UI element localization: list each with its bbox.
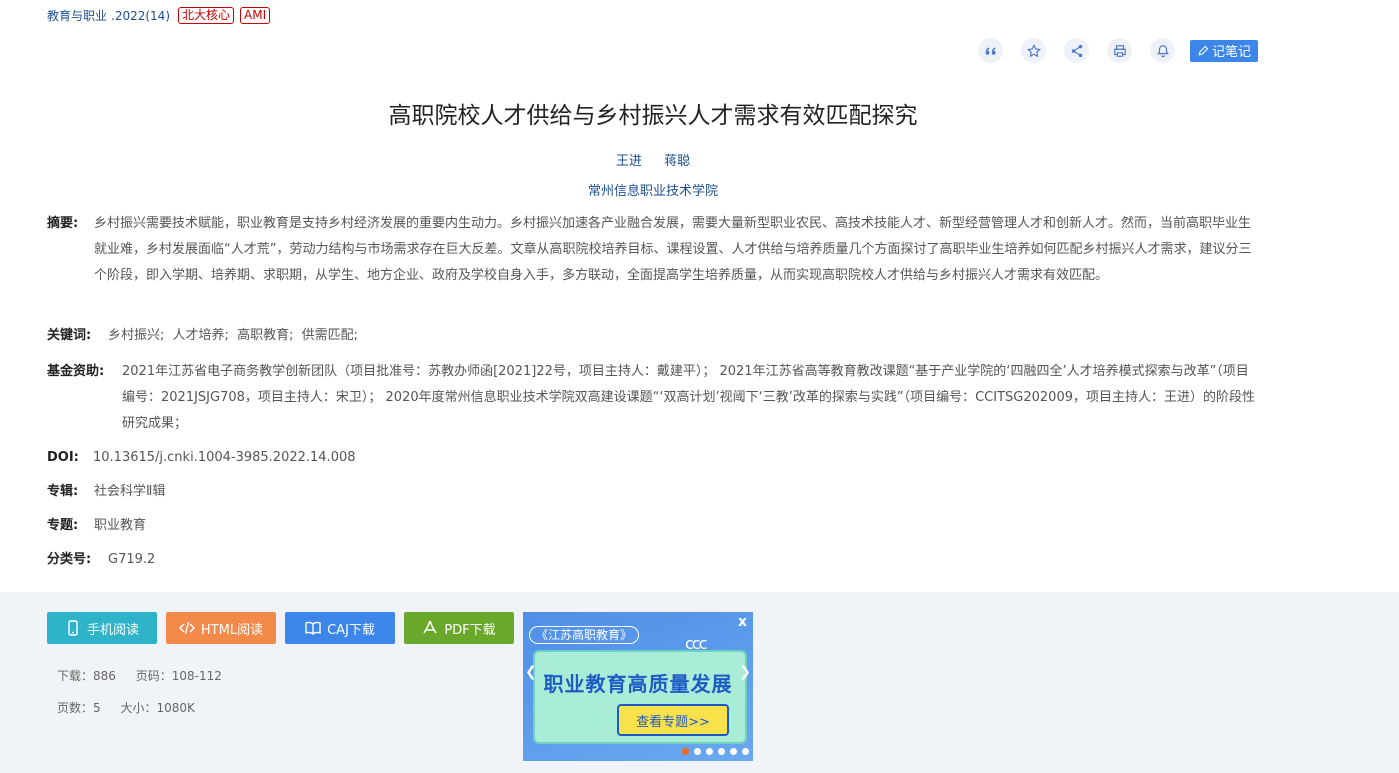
banner-headline: 职业教育高质量发展 xyxy=(543,672,733,696)
journal-issue[interactable]: .2022(14) xyxy=(111,9,170,23)
journal-name[interactable]: 教育与职业 xyxy=(47,7,107,24)
keywords-label: 关键词: xyxy=(47,328,92,343)
favorite-button[interactable] xyxy=(1021,38,1046,63)
author-list: 王进 蒋聪 xyxy=(0,150,1306,169)
banner-dot[interactable] xyxy=(718,748,725,755)
banner-dot[interactable] xyxy=(730,748,737,755)
print-button[interactable] xyxy=(1107,38,1132,63)
edit-icon xyxy=(1198,45,1209,55)
html-read-label: HTML阅读 xyxy=(200,622,264,638)
keyword-link[interactable]: 供需匹配; xyxy=(302,328,358,343)
fund-text[interactable]: 2021年江苏省电子商务教学创新团队（项目批准号：苏教办师函[2021]22号，… xyxy=(122,359,1260,437)
series-value: 社会科学Ⅱ辑 xyxy=(94,484,166,499)
fund-label: 基金资助: xyxy=(47,364,105,379)
code-icon xyxy=(178,621,195,635)
pdf-download-button[interactable]: PDF下载 xyxy=(404,612,514,644)
banner-close-button[interactable]: x xyxy=(738,614,747,630)
print-icon xyxy=(1113,44,1126,57)
banner-dot[interactable] xyxy=(742,748,749,755)
doi-value: 10.13615/j.cnki.1004-3985.2022.14.008 xyxy=(93,450,356,465)
banner-dot[interactable] xyxy=(706,748,713,755)
abstract-row: 摘要: 乡村振兴需要技术赋能，职业教育是支持乡村经济发展的重要内生动力。乡村振兴… xyxy=(47,211,1260,289)
keyword-link[interactable]: 乡村振兴; xyxy=(108,328,164,343)
share-button[interactable] xyxy=(1064,38,1089,63)
cite-button[interactable] xyxy=(978,38,1003,63)
fund-row: 基金资助: 2021年江苏省电子商务教学创新团队（项目批准号：苏教办师函[202… xyxy=(47,359,1260,437)
caj-download-button[interactable]: CAJ下载 xyxy=(285,612,395,644)
promo-banner[interactable]: 《江苏高职教育》 x ccc 职业教育高质量发展 查看专题>> ❮ ❯ xyxy=(523,612,753,761)
banner-prev-icon[interactable]: ❮ xyxy=(525,664,537,680)
page-count: 页数：5 xyxy=(57,701,101,715)
share-icon xyxy=(1071,44,1082,57)
series-row: 专辑: 社会科学Ⅱ辑 xyxy=(47,479,1260,505)
take-note-label: 记笔记 xyxy=(1212,45,1252,60)
phone-icon xyxy=(68,620,78,636)
download-stats: 下载：886 页码：108-112 xyxy=(57,667,238,684)
class-value: G719.2 xyxy=(108,552,156,567)
pdf-download-label: PDF下载 xyxy=(444,622,496,638)
abstract-label: 摘要: xyxy=(47,216,79,231)
take-note-button[interactable]: 记笔记 xyxy=(1190,39,1259,62)
series-label: 专辑: xyxy=(47,484,79,499)
doi-label: DOI: xyxy=(47,450,79,465)
keyword-link[interactable]: 高职教育; xyxy=(237,328,293,343)
quote-icon xyxy=(985,47,995,54)
topic-value: 职业教育 xyxy=(94,518,147,533)
author-link[interactable]: 王进 xyxy=(616,154,642,169)
banner-dot[interactable] xyxy=(682,748,689,755)
doi-row: DOI: 10.13615/j.cnki.1004-3985.2022.14.0… xyxy=(47,445,1260,471)
banner-cta-button[interactable]: 查看专题>> xyxy=(617,704,729,736)
keyword-link[interactable]: 人才培养; xyxy=(173,328,229,343)
html-read-button[interactable]: HTML阅读 xyxy=(166,612,276,644)
download-count: 下载：886 xyxy=(57,669,116,683)
topic-row: 专题: 职业教育 xyxy=(47,513,1260,539)
author-link[interactable]: 蒋聪 xyxy=(664,154,690,169)
star-icon xyxy=(1026,43,1041,57)
article-title: 高职院校人才供给与乡村振兴人才需求有效匹配探究 xyxy=(388,103,918,129)
keywords-row: 关键词: 乡村振兴; 人才培养; 高职教育; 供需匹配; xyxy=(47,323,1260,349)
mobile-read-label: 手机阅读 xyxy=(86,622,139,638)
banner-dot[interactable] xyxy=(694,748,701,755)
book-icon xyxy=(305,621,321,635)
file-size: 大小：1080K xyxy=(120,701,195,715)
page-range: 页码：108-112 xyxy=(135,669,222,683)
badge-ami: AMI xyxy=(240,7,271,24)
class-label: 分类号: xyxy=(47,552,92,567)
mobile-read-button[interactable]: 手机阅读 xyxy=(47,612,157,644)
abstract-text: 乡村振兴需要技术赋能，职业教育是支持乡村经济发展的重要内生动力。乡村振兴加速各产… xyxy=(94,216,1252,283)
keyword-list: 乡村振兴; 人才培养; 高职教育; 供需匹配; xyxy=(108,323,362,349)
banner-pagination xyxy=(682,748,753,755)
banner-journal-tag: 《江苏高职教育》 xyxy=(529,626,640,644)
caj-download-label: CAJ下载 xyxy=(327,622,375,638)
file-stats: 页数：5 大小：1080K xyxy=(57,699,211,716)
topic-label: 专题: xyxy=(47,518,79,533)
article-toolbar: 记笔记 xyxy=(978,38,1259,63)
pdf-icon xyxy=(423,620,437,634)
badge-core: 北大核心 xyxy=(178,7,235,24)
class-row: 分类号: G719.2 xyxy=(47,547,1260,573)
bell-icon xyxy=(1156,44,1169,57)
institution-link[interactable]: 常州信息职业技术学院 xyxy=(0,180,1306,199)
banner-next-icon[interactable]: ❯ xyxy=(739,664,751,680)
subscribe-button[interactable] xyxy=(1150,38,1175,63)
journal-header: 教育与职业 .2022(14) 北大核心 AMI xyxy=(47,7,271,24)
